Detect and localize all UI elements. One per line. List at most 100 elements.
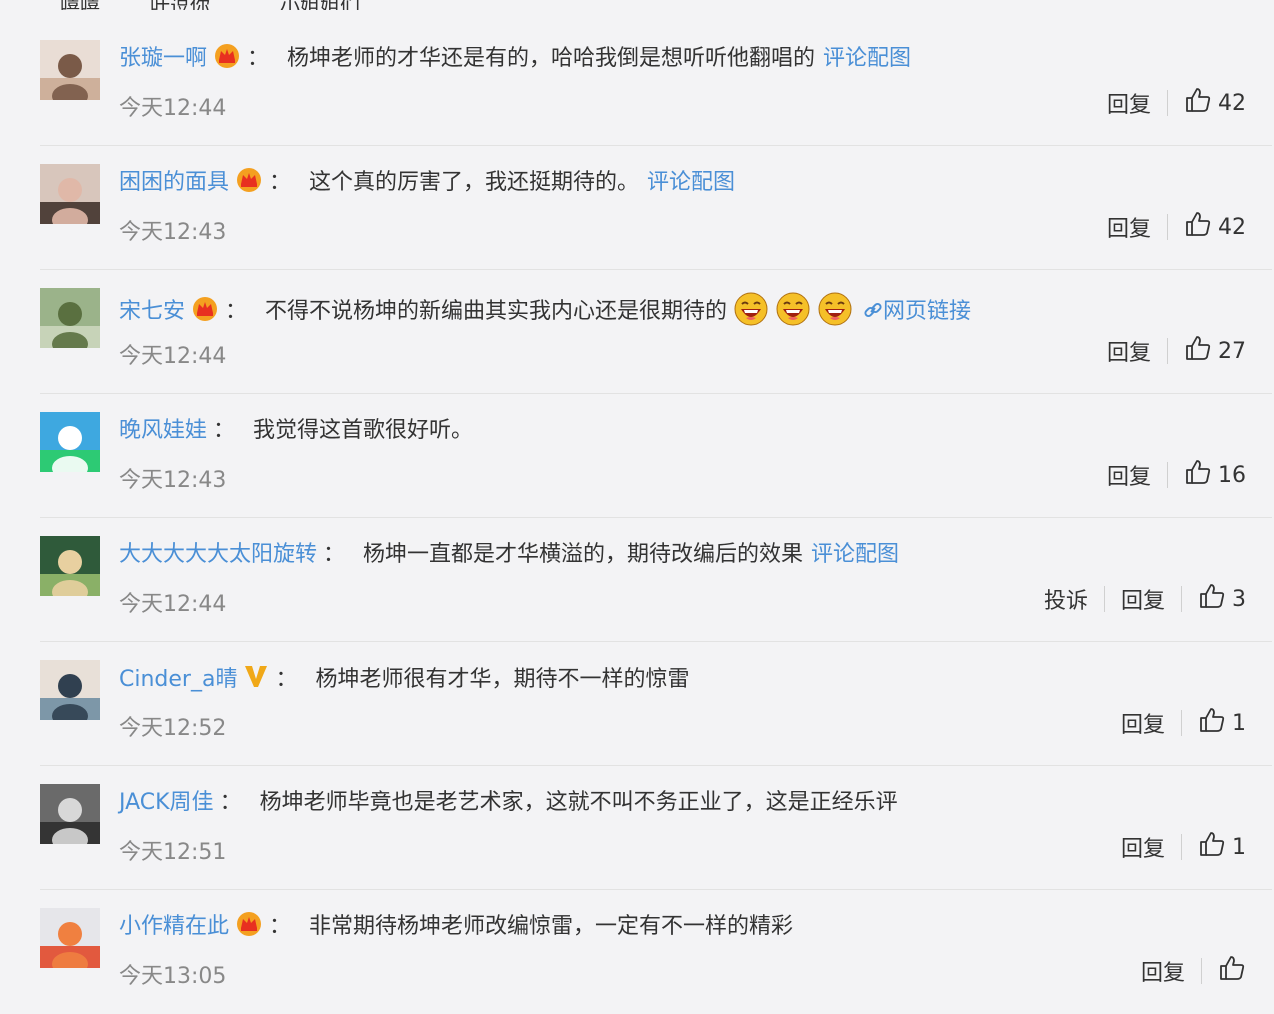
divider: [1181, 710, 1182, 736]
like-count: 42: [1218, 214, 1246, 240]
comment-time: 今天12:43: [119, 220, 227, 245]
comment-actions: 回复 1: [1121, 706, 1246, 740]
like-icon[interactable]: [1198, 830, 1226, 864]
divider: [1167, 90, 1168, 116]
like-icon[interactable]: [1198, 706, 1226, 740]
like-count: 27: [1218, 338, 1246, 364]
colon: ：: [219, 790, 242, 815]
crown-icon: [229, 168, 263, 195]
reply-button[interactable]: 回复: [1121, 831, 1165, 863]
comment-line: 困困的面具 ： 这个真的厉害了，我还挺期待的。 评论配图: [119, 167, 735, 199]
comment-time: 今天12:43: [119, 468, 227, 493]
reply-button[interactable]: 回复: [1121, 707, 1165, 739]
like-count: 1: [1232, 710, 1246, 736]
comment-item: 张璇一啊 ： 杨坤老师的才华还是有的，哈哈我倒是想听听他翻唱的 评论配图 今天12:4…: [40, 22, 1272, 146]
colon: ：: [269, 914, 292, 939]
divider: [1103, 586, 1105, 612]
reply-button[interactable]: 回复: [1107, 211, 1151, 243]
report-button[interactable]: 投诉: [1044, 583, 1088, 615]
comment-text: 杨坤老师很有才华，期待不一样的惊雷: [315, 667, 690, 692]
comment-text: 我觉得这首歌很好听。: [253, 418, 474, 443]
comment-line: JACK周佳： 杨坤老师毕竟也是老艺术家，这就不叫不务正业了，这是正经乐评: [119, 787, 898, 819]
reply-button[interactable]: 回复: [1121, 583, 1165, 615]
colon: ：: [269, 170, 292, 195]
colon: ：: [247, 46, 270, 71]
comment-line: 晚风娃娃： 我觉得这首歌很好听。: [119, 415, 473, 447]
like-icon[interactable]: [1184, 86, 1212, 120]
colon: ：: [323, 542, 346, 567]
divider: [1201, 958, 1202, 984]
comment-text: 非常期待杨坤老师改编惊雷，一定有不一样的精彩: [309, 914, 794, 939]
like-icon[interactable]: [1198, 582, 1226, 616]
username-link[interactable]: Cinder_a晴: [119, 667, 237, 692]
link-icon: [853, 299, 883, 324]
comment-line: 宋七安 ： 不得不说杨坤的新编曲其实我内心还是很期待的 网页链接: [119, 291, 971, 328]
reply-button[interactable]: 回复: [1141, 955, 1185, 987]
avatar[interactable]: [40, 288, 100, 348]
laughing-emoji-icon: [769, 292, 811, 326]
divider: [1167, 338, 1168, 364]
comment-image-link[interactable]: 评论配图: [647, 170, 735, 195]
comment-list: 张璇一啊 ： 杨坤老师的才华还是有的，哈哈我倒是想听听他翻唱的 评论配图 今天12:4…: [40, 22, 1272, 1014]
comment-item: 晚风娃娃： 我觉得这首歌很好听。 今天12:43 回复 16: [40, 394, 1272, 518]
username-link[interactable]: JACK周佳: [119, 790, 214, 815]
username-link[interactable]: 大大大大大太阳旋转: [119, 542, 317, 567]
username-link[interactable]: 小作精在此: [119, 914, 229, 939]
comment-text: 不得不说杨坤的新编曲其实我内心还是很期待的: [265, 299, 728, 324]
reply-button[interactable]: 回复: [1107, 87, 1151, 119]
comment-actions: 回复 16: [1107, 458, 1246, 492]
comment-actions: 回复: [1141, 954, 1246, 988]
comment-time: 今天12:44: [119, 96, 227, 121]
comment-line: 大大大大大太阳旋转： 杨坤一直都是才华横溢的，期待改编后的效果 评论配图: [119, 539, 899, 571]
avatar[interactable]: [40, 908, 100, 968]
top-strip-text: 嘻嘻: [60, 0, 100, 10]
username-link[interactable]: 宋七安: [119, 299, 185, 324]
comment-time: 今天12:52: [119, 716, 227, 741]
comment-line: 小作精在此 ： 非常期待杨坤老师改编惊雷，一定有不一样的精彩: [119, 911, 793, 943]
username-link[interactable]: 困困的面具: [119, 170, 229, 195]
comment-item: 宋七安 ： 不得不说杨坤的新编曲其实我内心还是很期待的 网页链接 今天12:44 回复…: [40, 270, 1272, 394]
like-icon[interactable]: [1184, 334, 1212, 368]
avatar[interactable]: [40, 660, 100, 720]
comment-item: 小作精在此 ： 非常期待杨坤老师改编惊雷，一定有不一样的精彩 今天13:05 回复: [40, 890, 1272, 1014]
comment-actions: 回复 42: [1107, 210, 1246, 244]
avatar[interactable]: [40, 40, 100, 100]
comment-line: 张璇一啊 ： 杨坤老师的才华还是有的，哈哈我倒是想听听他翻唱的 评论配图: [119, 43, 911, 75]
divider: [1181, 586, 1182, 612]
username-link[interactable]: 张璇一啊: [119, 46, 207, 71]
comment-time: 今天13:05: [119, 964, 227, 989]
like-count: 3: [1232, 586, 1246, 612]
colon: ：: [213, 418, 236, 443]
avatar[interactable]: [40, 784, 100, 844]
crown-icon: [185, 297, 219, 324]
reply-button[interactable]: 回复: [1107, 459, 1151, 491]
like-count: 1: [1232, 834, 1246, 860]
comment-text: 杨坤老师毕竟也是老艺术家，这就不叫不务正业了，这是正经乐评: [259, 790, 898, 815]
comment-actions: 投诉 回复 3: [1044, 582, 1246, 616]
like-icon[interactable]: [1184, 458, 1212, 492]
web-link[interactable]: 网页链接: [883, 299, 971, 324]
divider: [1181, 834, 1182, 860]
username-link[interactable]: 晚风娃娃: [119, 418, 207, 443]
avatar[interactable]: [40, 536, 100, 596]
laughing-emoji-icon: [727, 292, 769, 326]
comment-item: 大大大大大太阳旋转： 杨坤一直都是才华横溢的，期待改编后的效果 评论配图 今天12:…: [40, 518, 1272, 642]
comment-time: 今天12:44: [119, 592, 227, 617]
crown-icon: [229, 912, 263, 939]
comment-text: 这个真的厉害了，我还挺期待的。: [309, 170, 640, 195]
top-strip-text: 叶逗你: [150, 0, 210, 10]
divider: [1167, 462, 1168, 488]
like-icon[interactable]: [1218, 954, 1246, 988]
comment-image-link[interactable]: 评论配图: [811, 542, 899, 567]
comment-actions: 回复 1: [1121, 830, 1246, 864]
comment-time: 今天12:44: [119, 344, 227, 369]
like-count: 16: [1218, 462, 1246, 488]
comment-actions: 回复 27: [1107, 334, 1246, 368]
avatar[interactable]: [40, 412, 100, 472]
comment-item: 困困的面具 ： 这个真的厉害了，我还挺期待的。 评论配图 今天12:43 回复 42: [40, 146, 1272, 270]
comment-text: 杨坤一直都是才华横溢的，期待改编后的效果: [363, 542, 804, 567]
avatar[interactable]: [40, 164, 100, 224]
reply-button[interactable]: 回复: [1107, 335, 1151, 367]
comment-image-link[interactable]: 评论配图: [823, 46, 911, 71]
like-icon[interactable]: [1184, 210, 1212, 244]
